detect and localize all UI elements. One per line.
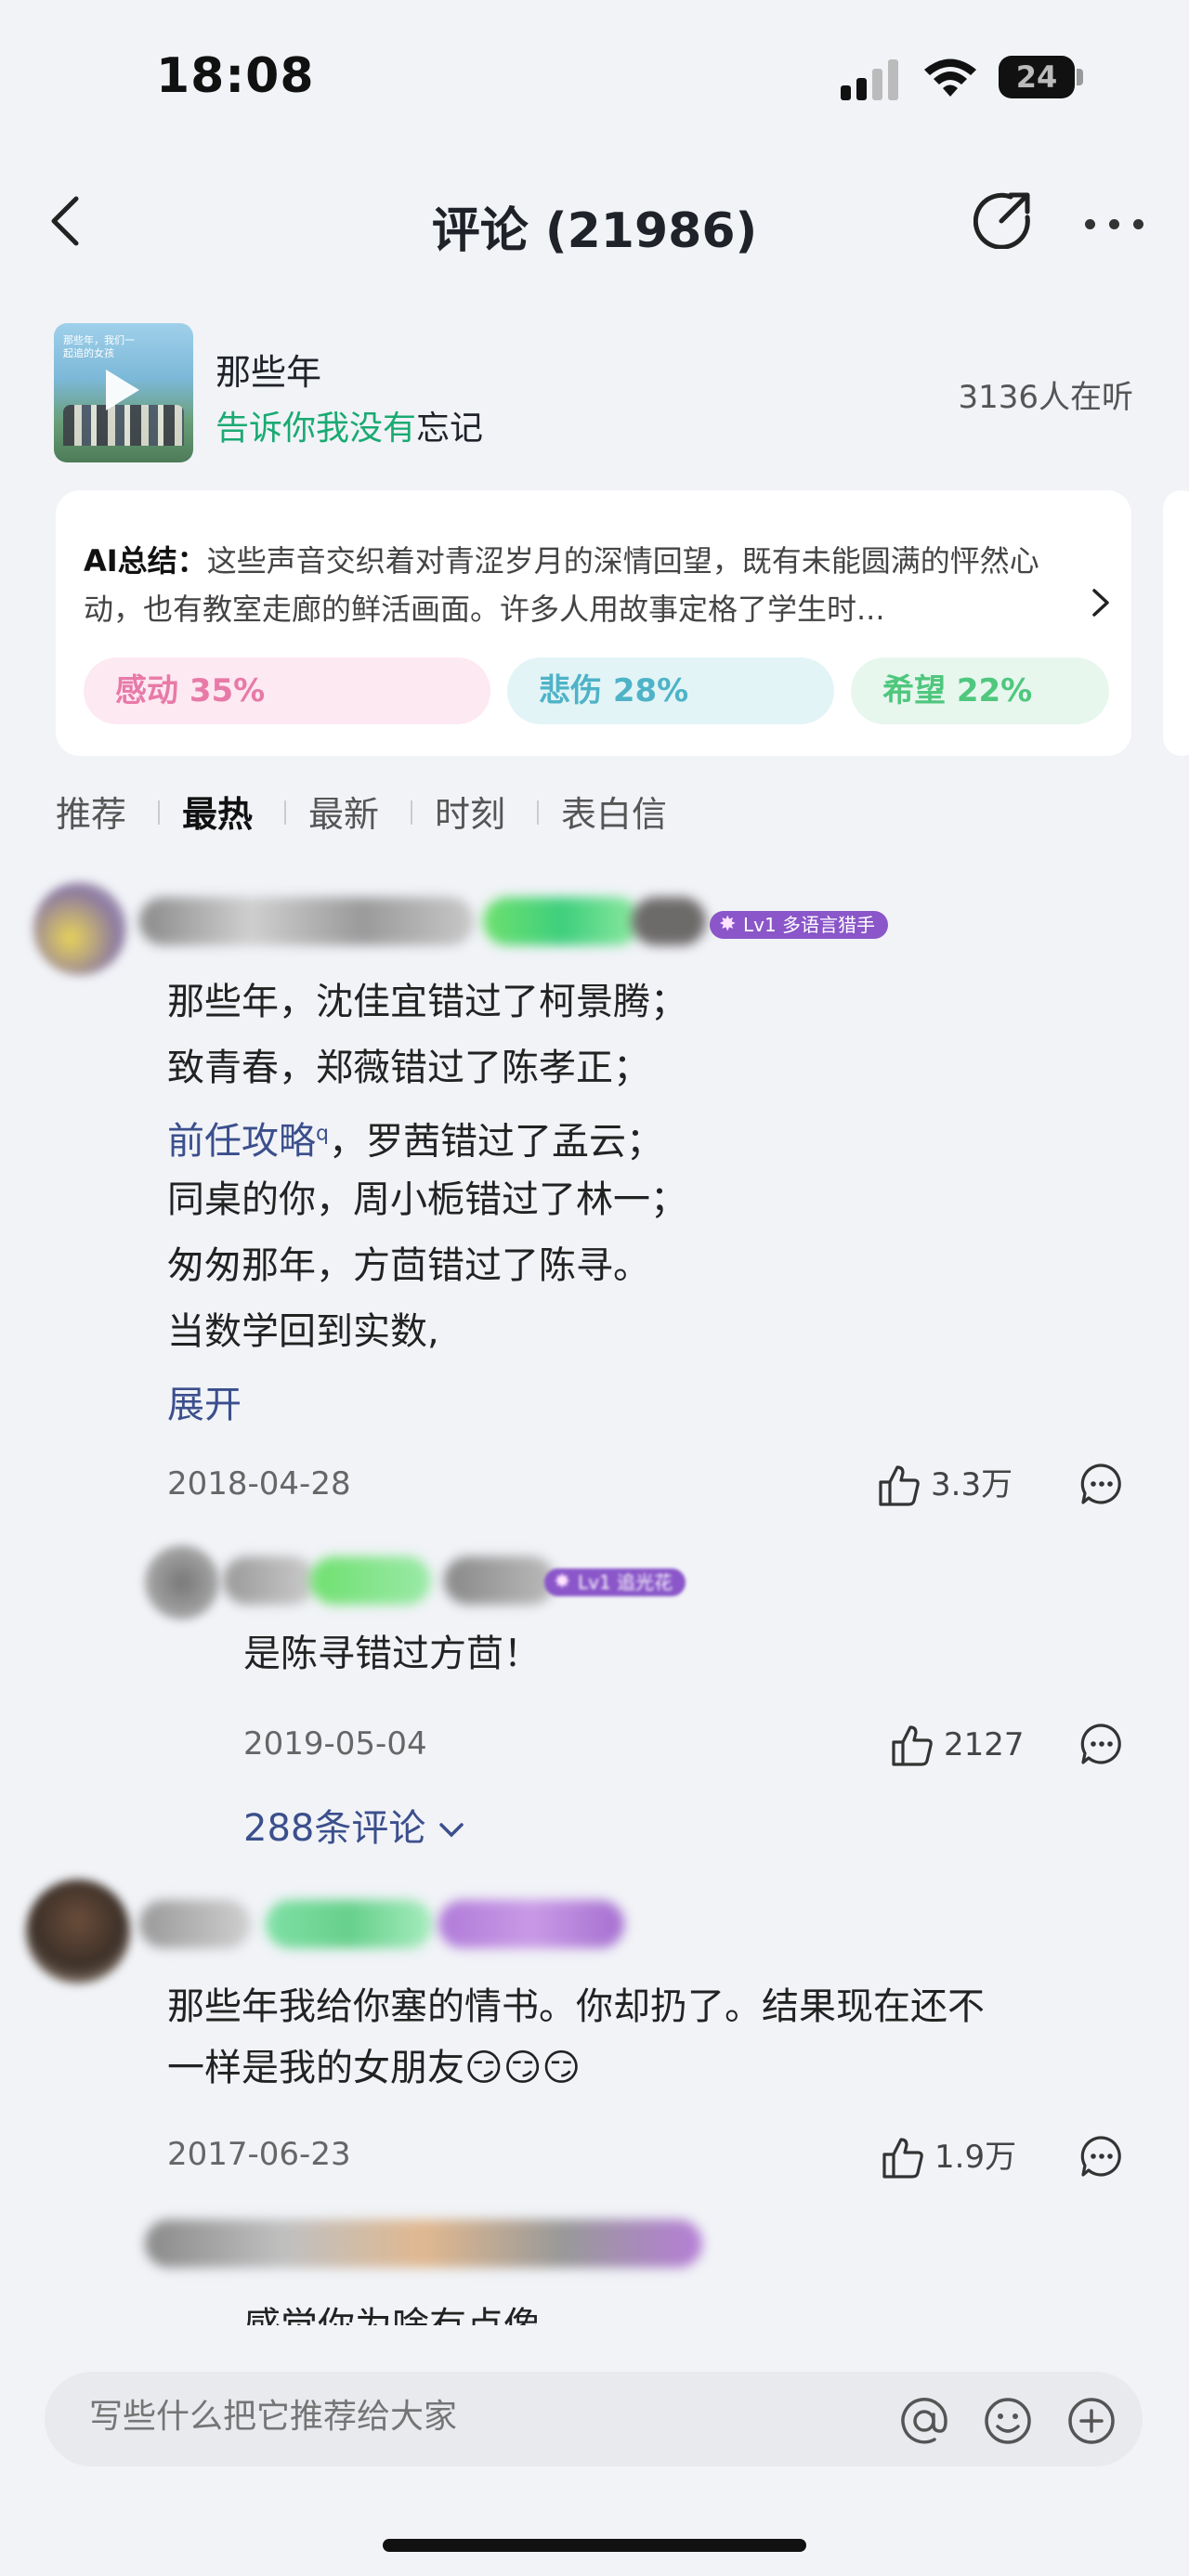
home-indicator [383,2539,806,2552]
more-options-icon[interactable] [1085,219,1144,230]
like-button[interactable]: 2127 [890,1722,1029,1768]
reply-comment-icon[interactable] [1079,1462,1124,1506]
tab-newest[interactable]: 最新 [308,786,379,837]
username-redacted[interactable] [139,1900,251,1948]
song-name[interactable]: 那些年 [216,344,321,395]
ai-summary-body: 这些声音交织着对青涩岁月的深情回望，既有未能圆满的怦然心动，也有教室走廊的鲜活画… [84,543,1039,627]
user-level-badge: Lv1 追光花 [544,1568,686,1596]
comment-text-line: 同桌的你，周小栀错过了林一； [167,1178,687,1221]
thumbs-up-icon [879,1465,920,1506]
emoji-icon[interactable] [983,2396,1033,2446]
user-tag-redacted [483,897,641,945]
comment-date: 2017-06-23 [167,2136,351,2173]
reply-comment-icon[interactable] [1079,1722,1124,1766]
like-count: 2127 [944,1726,1025,1763]
user-icon-redacted [632,897,706,945]
username-redacted[interactable] [223,1556,316,1605]
user-icon-redacted [444,1556,555,1605]
share-icon[interactable] [973,189,1033,249]
battery-icon: 24 [999,56,1084,100]
expand-button[interactable]: 展开 [167,1374,242,1428]
reply-text: 是陈寻错过方茴！ [243,1633,541,1675]
avatar[interactable] [26,1880,130,1984]
emotion-pill-moved[interactable]: 感动 35% [84,657,490,724]
reply-date: 2019-05-04 [243,1725,427,1763]
listener-count: 3136人在听 [958,379,1133,416]
tab-hottest[interactable]: 最热 [182,786,253,837]
ai-summary-label: AI总结： [84,543,207,579]
ai-summary-card[interactable]: AI总结：这些声音交织着对青涩岁月的深情回望，既有未能圆满的怦然心动，也有教室走… [56,490,1131,756]
song-cover-play-button[interactable]: 那些年，我们一起追的女孩 [54,323,193,462]
comment-text-line: 那些年我给你塞的情书。你却扔了。结果现在还不 [167,1985,985,2028]
reply-comment-icon[interactable] [1079,2134,1124,2179]
comment-text-line: 一样是我的女朋友😏😏😏 [167,2047,581,2089]
comment-input-bar [45,2372,1143,2466]
user-level-badge: Lv1 多语言猎手 [710,911,889,939]
chevron-right-icon[interactable] [1091,587,1111,618]
like-button[interactable]: 1.9万 [881,2134,1029,2180]
comment-text-segment: ，罗茜错过了孟云； [328,1120,663,1164]
comment-text-line: 那些年，沈佳宜错过了柯景腾； [167,981,687,1023]
emotion-pill-hope[interactable]: 希望 22% [851,657,1109,724]
play-icon [106,370,139,410]
user-tag-redacted [438,1900,624,1948]
like-count: 3.3万 [931,1466,1013,1503]
avatar[interactable] [145,1545,219,1620]
like-button[interactable]: 3.3万 [877,1462,1026,1508]
thumbs-up-icon [892,1725,933,1766]
comment-text-line: 匆匆那年，方茴错过了陈寻。 [167,1244,650,1287]
username-redacted[interactable] [145,2219,702,2268]
tab-moments[interactable]: 时刻 [435,786,505,837]
cover-photo [63,405,184,446]
ai-summary-text: AI总结：这些声音交织着对青涩岁月的深情回望，既有未能圆满的怦然心动，也有教室走… [84,537,1068,633]
next-card-peek [1163,490,1189,756]
artist-highlight: 告诉你我没有 [216,410,417,448]
reply-text-preview: 感觉你为啥有点像 [243,2294,541,2325]
status-time: 18:08 [156,48,315,104]
reply-count: 288条评论 [243,1807,426,1850]
wifi-icon [924,59,976,97]
comment-date: 2018-04-28 [167,1465,351,1503]
song-link-label: 前任攻略 [167,1120,316,1164]
comment-input[interactable] [87,2397,834,2437]
comment-text-line: 致青春，郑薇错过了陈孝正； [167,1047,650,1089]
add-icon[interactable] [1066,2396,1117,2446]
user-tag-redacted [266,1900,433,1948]
like-count: 1.9万 [934,2139,1017,2176]
user-tag-redacted [310,1556,431,1605]
tab-love-letters[interactable]: 表白信 [561,786,667,837]
tab-recommended[interactable]: 推荐 [56,786,126,837]
song-artist[interactable]: 告诉你我没有忘记 [216,401,483,449]
comment-text-line: 当数学回到实数, [167,1310,439,1353]
cellular-signal-icon [841,59,900,100]
mention-icon[interactable] [899,2396,949,2446]
search-mark-icon: q [316,1123,329,1146]
chevron-down-icon [439,1823,464,1838]
emotion-pill-sad[interactable]: 悲伤 28% [507,657,834,724]
comment-text-line: 前任攻略q，罗茜错过了孟云； [167,1101,663,1175]
song-link[interactable]: 前任攻略q [167,1120,329,1163]
view-replies-link[interactable]: 288条评论 [243,1798,465,1852]
battery-level: 24 [1015,59,1058,95]
thumbs-up-icon [882,2138,923,2179]
cover-text: 那些年，我们一起追的女孩 [63,334,135,359]
avatar[interactable] [33,882,126,975]
artist-rest: 忘记 [416,410,484,448]
username-redacted[interactable] [139,897,474,945]
